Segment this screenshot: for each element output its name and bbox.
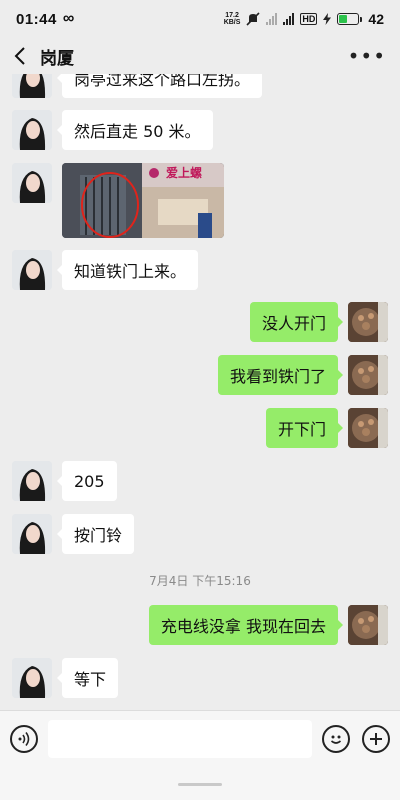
my-avatar[interactable] xyxy=(348,302,388,342)
my-avatar[interactable] xyxy=(348,355,388,395)
chat-header: 岗厦 ••• xyxy=(0,38,400,74)
charging-icon xyxy=(323,13,332,25)
image-sign-text: 爱上螺 xyxy=(166,166,203,180)
contact-avatar[interactable] xyxy=(12,163,52,203)
message-text: 等下 xyxy=(74,670,107,689)
message-bubble[interactable]: 等下 xyxy=(56,658,119,698)
message-bubble[interactable]: 没人开门 xyxy=(249,302,344,342)
message-bubble[interactable]: 按门铃 xyxy=(56,514,135,554)
my-avatar[interactable] xyxy=(348,605,388,645)
plus-icon xyxy=(370,733,382,745)
net-speed: 17.2 KB/S xyxy=(224,12,241,26)
contact-avatar[interactable] xyxy=(12,461,52,501)
message-bubble[interactable]: 然后直走 50 米。 xyxy=(57,110,213,150)
message-text: 没人开门 xyxy=(261,314,326,333)
chevron-left-icon xyxy=(14,47,25,65)
contact-avatar[interactable] xyxy=(12,514,52,554)
message-text: 按门铃 xyxy=(74,526,123,545)
message-text: 充电线没拿 我现在回去 xyxy=(160,617,326,636)
status-right: 17.2 KB/S HD 42 xyxy=(224,11,384,27)
status-time: 01:44 xyxy=(16,10,57,28)
voice-icon xyxy=(18,732,30,746)
back-button[interactable] xyxy=(2,38,38,74)
status-bar: 01:44 ∞ 17.2 KB/S HD 42 xyxy=(0,0,400,38)
contact-avatar[interactable] xyxy=(12,658,52,698)
net-speed-value: 17.2 xyxy=(225,12,239,19)
message-bubble[interactable]: 205 xyxy=(57,461,117,501)
battery-level: 42 xyxy=(368,11,384,27)
mute-icon xyxy=(246,12,260,26)
message-text: 我看到铁门了 xyxy=(229,367,326,386)
battery-icon xyxy=(337,13,363,25)
message-input[interactable] xyxy=(48,720,312,758)
message-text: 岗亭过来这个路口左拐。 xyxy=(74,74,251,89)
loop-icon: ∞ xyxy=(62,10,75,27)
contact-avatar[interactable] xyxy=(12,110,52,150)
message-text: 205 xyxy=(74,471,105,491)
message-image[interactable]: 爱上螺 xyxy=(62,163,224,238)
net-speed-unit: KB/S xyxy=(223,19,241,26)
chat-timestamp: 7月4日 下午15:16 xyxy=(149,574,251,588)
my-avatar[interactable] xyxy=(348,408,388,448)
contact-avatar[interactable] xyxy=(12,74,52,98)
emoji-button[interactable] xyxy=(322,725,350,753)
message-bubble[interactable]: 充电线没拿 我现在回去 xyxy=(148,605,344,645)
emoji-icon xyxy=(330,735,342,744)
chat-area[interactable]: 岗亭过来这个路口左拐。 然后直走 50 米。 爱上螺 知道铁门上来。 没人开门 … xyxy=(0,74,400,710)
message-bubble[interactable]: 岗亭过来这个路口左拐。 xyxy=(56,74,263,98)
contact-avatar[interactable] xyxy=(12,250,52,290)
more-dots-icon: ••• xyxy=(347,44,386,68)
plus-button[interactable] xyxy=(362,725,390,753)
input-bar xyxy=(0,710,400,800)
message-bubble[interactable]: 知道铁门上来。 xyxy=(56,250,199,290)
chat-title: 岗厦 xyxy=(40,48,74,69)
message-bubble[interactable]: 开下门 xyxy=(265,408,344,448)
voice-button[interactable] xyxy=(10,725,38,753)
message-text: 然后直走 50 米。 xyxy=(74,122,201,141)
signal-icon xyxy=(266,13,278,25)
more-button[interactable]: ••• xyxy=(348,46,386,66)
message-text: 开下门 xyxy=(277,420,326,439)
message-text: 知道铁门上来。 xyxy=(74,262,187,281)
message-bubble[interactable]: 我看到铁门了 xyxy=(217,355,344,395)
signal-4g-icon xyxy=(283,13,295,25)
home-indicator[interactable] xyxy=(178,783,222,786)
hd-icon: HD xyxy=(300,13,318,25)
